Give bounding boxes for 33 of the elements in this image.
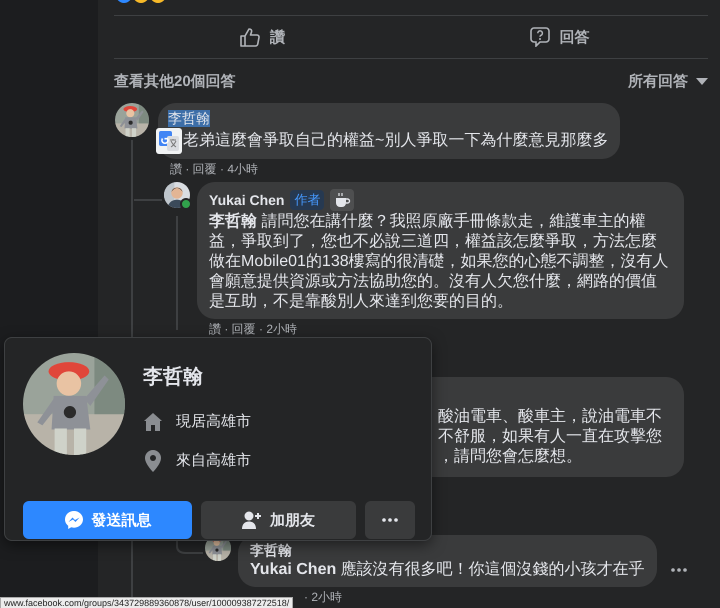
add-person-icon (242, 511, 262, 529)
profile-detail: 現居高雄市 (176, 412, 251, 431)
more-options-icon[interactable] (670, 568, 687, 572)
question-bubble-icon (530, 27, 550, 47)
thumbs-up-icon (240, 27, 260, 47)
comment-text-line: 不舒服，如果有人一直在攻擊您 (438, 427, 663, 447)
caret-icon (696, 78, 708, 84)
like-button[interactable]: 讚 (114, 16, 411, 58)
profile-detail: 來自高雄市 (176, 451, 251, 470)
comment-meta: · 2小時 (304, 590, 344, 604)
profile-name[interactable]: 李哲翰 (143, 365, 251, 389)
messenger-icon (64, 510, 84, 530)
reply-button[interactable]: 回答 (411, 16, 708, 58)
comment-text-line: ，請問您會怎麼想。 (438, 447, 583, 467)
status-url: www.facebook.com/groups/343729889360878/user/100009387272518/ (0, 597, 294, 608)
comment-meta: 讚 · 回覆 · 4小時 (170, 162, 260, 176)
location-pin-icon (145, 450, 161, 472)
author-badge: 作者 (290, 190, 324, 210)
more-icon (382, 518, 398, 522)
author-name[interactable]: Yukai Chen (209, 192, 284, 208)
view-more-replies-link[interactable]: 查看其他20個回答 (114, 72, 236, 90)
author-name[interactable]: 李哲翰 (168, 110, 210, 127)
house-icon (143, 412, 163, 432)
sort-dropdown[interactable]: 所有回答 (628, 72, 708, 90)
author-name[interactable]: 李哲翰 (250, 542, 292, 559)
coffee-cup-icon (330, 189, 354, 211)
comment-text-line: 酸油電車、酸車主，說油電車不 (438, 407, 663, 427)
comment-text: 李哲翰 請問您在講什麼？我照原廠手冊條款走，維護車主的權益，爭取到了，您也不必說三道四，權益該怎麼爭取，方法怎麼做在Mobile01的138樓寫的很清礎，如果您的心態不調整，沒有人會願意提供資源或方法協助您的。沒有人欠您什麼，網路的價值是互助，不是靠酸別人來達到您要的目的。 (209, 212, 670, 312)
translate-icon[interactable] (156, 128, 182, 154)
comment-text: 老弟這麼會爭取自己的權益~別人爭取一下為什麼意見那麼多 (183, 131, 608, 151)
comment-text: Yukai Chen 應該沒有很多吧！你這個沒錢的小孩才在乎 (250, 560, 645, 580)
comment-meta: 讚 · 回覆 · 2小時 (209, 322, 298, 336)
add-friend-button[interactable]: 加朋友 (201, 501, 356, 539)
